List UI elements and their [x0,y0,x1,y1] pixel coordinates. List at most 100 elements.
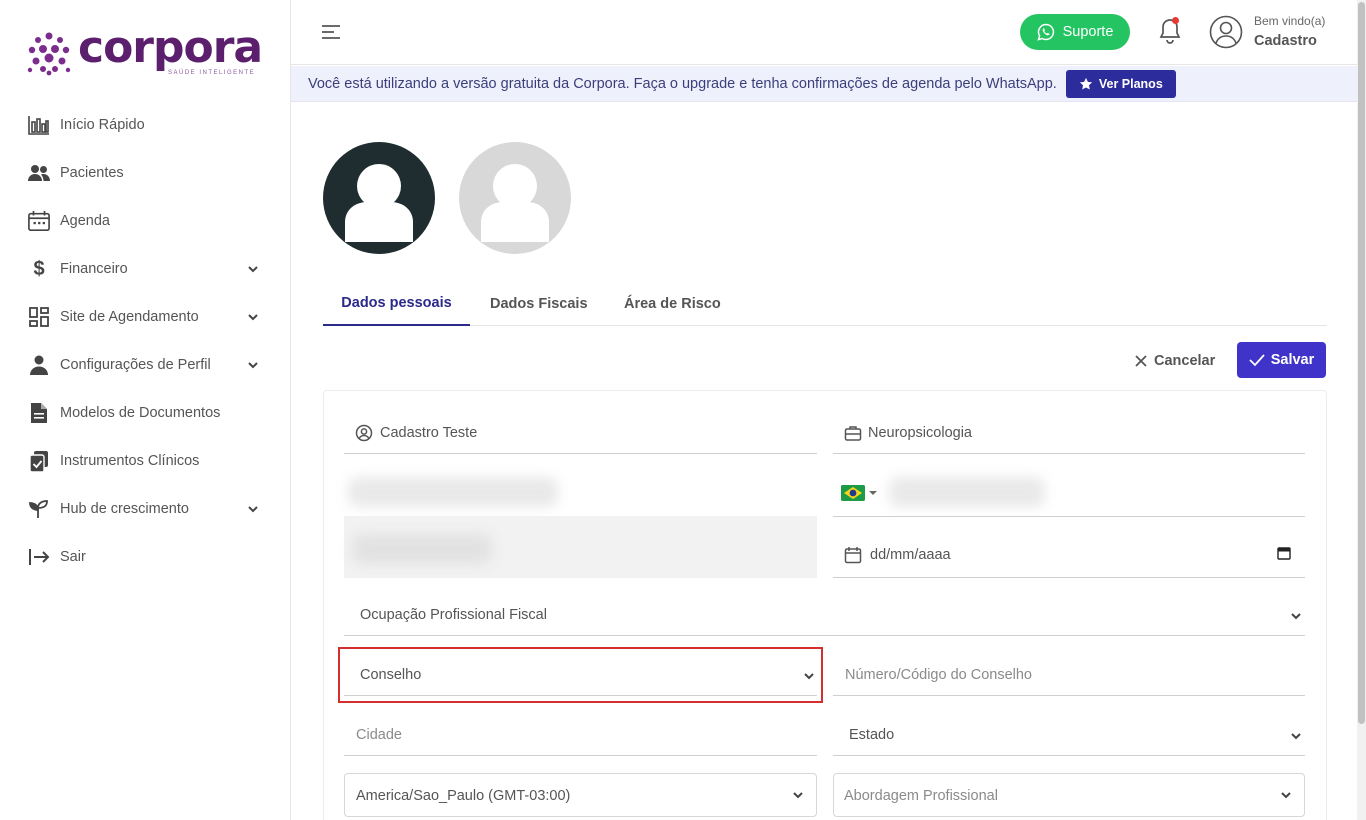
grid-icon [28,306,50,328]
approach-placeholder: Abordagem Profissional [844,788,998,804]
notification-badge [1172,17,1179,24]
council-number-field[interactable]: Número/Código do Conselho [833,634,1305,696]
user-avatar-icon[interactable] [1209,15,1243,49]
chevron-down-icon [1281,792,1291,799]
timezone-value: America/Sao_Paulo (GMT-03:00) [356,788,571,804]
clipboard-icon [28,450,50,472]
profile-tabs: Dados pessoais Dados Fiscais Área de Ris… [323,282,1327,326]
save-label: Salvar [1270,352,1315,368]
specialty-field[interactable]: Neuropsicologia [833,392,1305,454]
timezone-select[interactable]: America/Sao_Paulo (GMT-03:00) [344,773,817,817]
sidebar-item-agenda[interactable]: Agenda [0,197,290,245]
ver-planos-label: Ver Planos [1098,76,1163,91]
email-field[interactable] [344,455,817,517]
whatsapp-icon [1036,23,1054,41]
occupation-select[interactable]: Ocupação Profissional Fiscal [344,574,1305,636]
brazil-flag-icon[interactable] [841,485,865,501]
occupation-placeholder: Ocupação Profissional Fiscal [360,607,547,623]
brand-name: corpora [78,22,263,73]
redacted-phone [889,477,1045,507]
cancel-button[interactable]: Cancelar [1134,345,1215,377]
sidebar-item-label: Início Rápido [60,117,145,133]
redacted-email [348,477,558,507]
document-field[interactable] [344,516,817,578]
profile-photo[interactable] [323,142,435,254]
page-scrollbar[interactable] [1357,0,1366,820]
phone-field[interactable] [833,455,1305,517]
sidebar-item-sair[interactable]: Sair [0,533,290,581]
logout-icon [28,546,50,568]
sidebar-item-label: Site de Agendamento [60,309,199,325]
sidebar-item-inicio-rapido[interactable]: Início Rápido [0,101,290,149]
city-placeholder: Cidade [356,727,402,743]
support-button[interactable]: Suporte [1020,14,1130,50]
sidebar: corpora SAÚDE INTELIGENTE Início Rápido … [0,0,291,820]
chevron-down-icon [248,266,258,273]
calendar-icon [28,210,50,232]
chevron-down-icon [1291,733,1301,740]
birthdate-field[interactable]: dd/mm/aaaa [833,516,1305,578]
tab-dados-fiscais[interactable]: Dados Fiscais [490,282,588,326]
caret-down-icon[interactable] [868,489,878,497]
name-field[interactable]: Cadastro Teste [344,392,817,454]
sprout-icon [28,498,50,520]
approach-select[interactable]: Abordagem Profissional [833,773,1305,817]
birthdate-placeholder: dd/mm/aaaa [870,547,951,563]
chevron-down-icon [793,792,803,799]
top-bar: Suporte Bem vindo(a) Cadastro [291,0,1357,65]
user-circle-icon [355,424,373,442]
person-placeholder-icon [345,164,413,242]
username[interactable]: Cadastro [1254,33,1317,49]
state-select[interactable]: Estado [833,694,1305,756]
chevron-down-icon [248,506,258,513]
profile-photo-secondary[interactable] [459,142,571,254]
logo-dots-icon [27,32,71,76]
users-icon [28,162,50,184]
person-icon [28,354,50,376]
document-icon [28,402,50,424]
specialty-value: Neuropsicologia [868,425,972,441]
chevron-down-icon [248,362,258,369]
brand-logo[interactable]: corpora SAÚDE INTELIGENTE [26,22,263,80]
redacted-document [352,534,492,564]
close-icon [1135,355,1147,367]
city-field[interactable]: Cidade [344,694,817,756]
scrollbar-thumb[interactable] [1358,2,1365,724]
sidebar-item-pacientes[interactable]: Pacientes [0,149,290,197]
banner-text: Você está utilizando a versão gratuita d… [308,75,1057,92]
sidebar-item-label: Financeiro [60,261,128,277]
cancel-label: Cancelar [1154,353,1216,369]
welcome-text: Bem vindo(a) [1254,14,1326,28]
sidebar-item-modelos-de-documentos[interactable]: Modelos de Documentos [0,389,290,437]
briefcase-icon [844,426,862,441]
sidebar-nav: Início Rápido Pacientes Agenda $ Finance… [0,101,290,581]
sidebar-item-label: Modelos de Documentos [60,405,221,421]
star-icon [1079,77,1092,90]
save-button[interactable]: Salvar [1237,342,1326,378]
upgrade-banner: Você está utilizando a versão gratuita d… [291,66,1357,102]
ver-planos-button[interactable]: Ver Planos [1065,69,1176,98]
name-value: Cadastro Teste [380,425,478,441]
sidebar-item-financeiro[interactable]: $ Financeiro [0,245,290,293]
state-placeholder: Estado [849,727,895,743]
sidebar-item-label: Configurações de Perfil [60,357,211,373]
sidebar-item-label: Agenda [60,213,110,229]
hamburger-menu-icon[interactable] [321,23,341,41]
sidebar-item-instrumentos-clinicos[interactable]: Instrumentos Clínicos [0,437,290,485]
calendar-outline-icon [844,547,862,564]
support-button-label: Suporte [1062,24,1114,40]
council-number-placeholder: Número/Código do Conselho [845,667,1032,683]
sidebar-item-label: Sair [60,549,86,565]
sidebar-item-label: Pacientes [60,165,124,181]
brand-tagline: SAÚDE INTELIGENTE [168,70,256,76]
sidebar-item-configuracoes-de-perfil[interactable]: Configurações de Perfil [0,341,290,389]
sidebar-item-site-de-agendamento[interactable]: Site de Agendamento [0,293,290,341]
sidebar-item-hub-de-crescimento[interactable]: Hub de crescimento [0,485,290,533]
person-placeholder-icon [481,164,549,242]
chevron-down-icon [1291,613,1301,620]
date-picker-icon[interactable] [1277,546,1291,560]
dollar-icon: $ [33,257,45,280]
tab-area-de-risco[interactable]: Área de Risco [624,282,721,326]
tab-dados-pessoais[interactable]: Dados pessoais [323,282,470,326]
sidebar-item-label: Instrumentos Clínicos [60,453,200,469]
